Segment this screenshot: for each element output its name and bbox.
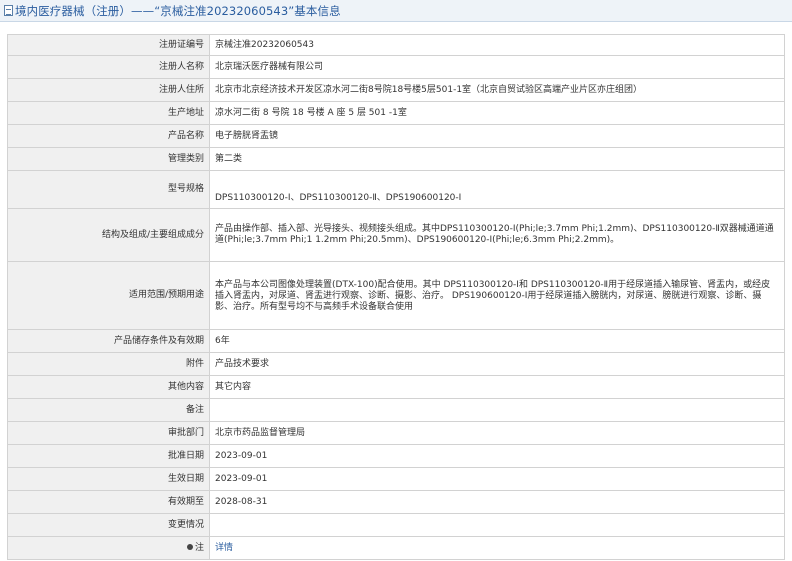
row-label: 附件	[7, 352, 210, 376]
row-label: 注	[194, 542, 204, 553]
table-row: 注 详情	[7, 536, 785, 560]
row-label: 有效期至	[7, 490, 210, 514]
table-row: 审批部门 北京市药品监督管理局	[7, 421, 785, 445]
table-row: 产品储存条件及有效期 6年	[7, 329, 785, 353]
table-row: 备注	[7, 398, 785, 422]
row-value: 其它内容	[209, 375, 785, 399]
row-value: 6年	[209, 329, 785, 353]
row-value: 北京瑞沃医疗器械有限公司	[209, 55, 785, 79]
table-row: 其他内容 其它内容	[7, 375, 785, 399]
row-label: 备注	[7, 398, 210, 422]
row-value: 2023-09-01	[209, 444, 785, 468]
table-row: 结构及组成/主要组成成分 产品由操作部、插入部、光导接头、视频接头组成。其中DP…	[7, 208, 785, 262]
row-label: 生效日期	[7, 467, 210, 491]
row-value: 凉水河二街 8 号院 18 号楼 A 座 5 层 501 -1室	[209, 101, 785, 125]
row-value	[209, 398, 785, 422]
row-label: 生产地址	[7, 101, 210, 125]
page-header: 境内医疗器械（注册）——“京械注准20232060543”基本信息	[0, 0, 792, 22]
row-value: 2023-09-01	[209, 467, 785, 491]
table-row: 生效日期 2023-09-01	[7, 467, 785, 491]
row-label: 变更情况	[7, 513, 210, 537]
table-row: 型号规格 DPS110300120-Ⅰ、DPS110300120-Ⅱ、DPS19…	[7, 170, 785, 209]
row-value: 京械注准20232060543	[209, 34, 785, 56]
row-value: 第二类	[209, 147, 785, 171]
row-label: 批准日期	[7, 444, 210, 468]
row-label: 管理类别	[7, 147, 210, 171]
row-label: 其他内容	[7, 375, 210, 399]
row-label: 注册证编号	[7, 34, 210, 56]
row-label: 结构及组成/主要组成成分	[7, 208, 210, 262]
table-row: 注册人住所 北京市北京经济技术开发区凉水河二街8号院18号楼5层501-1室（北…	[7, 78, 785, 102]
row-value: 电子膀胱肾盂镜	[209, 124, 785, 148]
row-label: 审批部门	[7, 421, 210, 445]
table-row: 生产地址 凉水河二街 8 号院 18 号楼 A 座 5 层 501 -1室	[7, 101, 785, 125]
note-label: 注	[7, 536, 210, 560]
row-value: 本产品与本公司图像处理装置(DTX-100)配合使用。其中 DPS1103001…	[209, 261, 785, 330]
table-row: 附件 产品技术要求	[7, 352, 785, 376]
row-value	[209, 513, 785, 537]
info-table: 注册证编号 京械注准20232060543 注册人名称 北京瑞沃医疗器械有限公司…	[7, 34, 785, 560]
table-row: 有效期至 2028-08-31	[7, 490, 785, 514]
info-dot-icon	[186, 544, 193, 550]
row-label: 注册人名称	[7, 55, 210, 79]
row-value: 北京市北京经济技术开发区凉水河二街8号院18号楼5层501-1室（北京自贸试验区…	[209, 78, 785, 102]
row-value: 产品由操作部、插入部、光导接头、视频接头组成。其中DPS110300120-Ⅰ(…	[209, 208, 785, 262]
row-label: 产品名称	[7, 124, 210, 148]
table-row: 管理类别 第二类	[7, 147, 785, 171]
row-value: 详情	[209, 536, 785, 560]
details-link[interactable]: 详情	[215, 543, 233, 553]
row-label: 适用范围/预期用途	[7, 261, 210, 330]
table-row: 适用范围/预期用途 本产品与本公司图像处理装置(DTX-100)配合使用。其中 …	[7, 261, 785, 330]
row-value: 产品技术要求	[209, 352, 785, 376]
row-value: 2028-08-31	[209, 490, 785, 514]
row-value: DPS110300120-Ⅰ、DPS110300120-Ⅱ、DPS1906001…	[209, 170, 785, 209]
table-row: 批准日期 2023-09-01	[7, 444, 785, 468]
document-icon	[4, 5, 13, 16]
breadcrumb: 境内医疗器械（注册）——“京械注准20232060543”基本信息	[15, 3, 341, 18]
row-value: 北京市药品监督管理局	[209, 421, 785, 445]
table-row: 注册证编号 京械注准20232060543	[7, 34, 785, 56]
table-row: 产品名称 电子膀胱肾盂镜	[7, 124, 785, 148]
row-label: 型号规格	[7, 170, 210, 209]
table-row: 注册人名称 北京瑞沃医疗器械有限公司	[7, 55, 785, 79]
row-label: 产品储存条件及有效期	[7, 329, 210, 353]
row-label: 注册人住所	[7, 78, 210, 102]
table-row: 变更情况	[7, 513, 785, 537]
